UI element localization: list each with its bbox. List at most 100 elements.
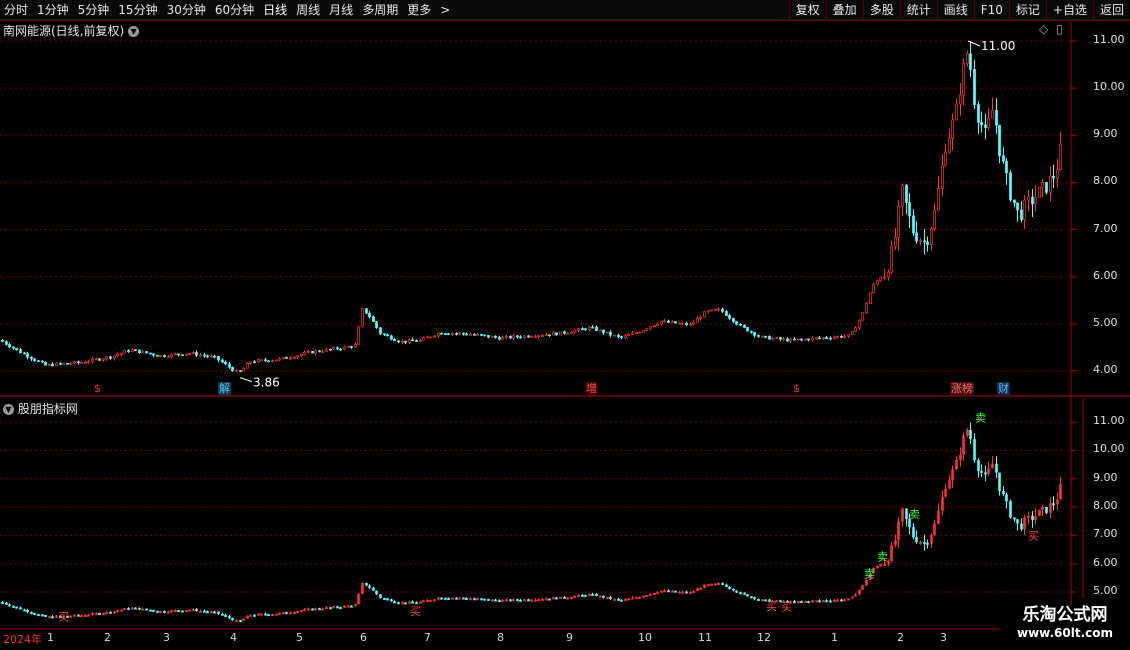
candle-body (26, 353, 29, 358)
candle-body (300, 353, 303, 356)
candle-body (498, 337, 501, 340)
toolbar-button-1[interactable]: 叠加 (825, 0, 863, 20)
tab-period-3[interactable]: 15分钟 (114, 0, 162, 20)
candle-body (444, 333, 447, 335)
candle-body (1041, 182, 1044, 188)
toolbar-button-4[interactable]: 画线 (936, 0, 974, 20)
candle-body (887, 271, 890, 278)
candle-body (822, 337, 825, 339)
candle-body (836, 335, 839, 338)
candle-body (462, 332, 465, 335)
month-tick: 10 (638, 631, 652, 644)
toolbar-button-7[interactable]: +自选 (1045, 0, 1093, 20)
candle-body (95, 358, 98, 361)
candle-body (851, 331, 854, 335)
month-tick: 6 (360, 631, 367, 644)
candle-body (102, 358, 105, 361)
candle-body (973, 69, 976, 105)
candle-body (656, 323, 659, 326)
candle-body (869, 292, 872, 305)
buy-signal: 买 (58, 610, 69, 623)
candle-body (840, 335, 843, 338)
candle-body (397, 340, 400, 343)
tab-period-6[interactable]: 日线 (259, 0, 292, 20)
candle-body (782, 338, 785, 341)
candle-body (570, 332, 573, 334)
candle-body (51, 363, 54, 367)
kline-chart[interactable]: 11.003.86买买买买卖卖卖卖买 (0, 21, 1130, 650)
candle-body (138, 349, 141, 354)
chevron-right-icon[interactable]: > (436, 0, 455, 20)
candle-body (750, 330, 753, 333)
candle-body (1031, 196, 1034, 205)
chevron-down-circle-icon[interactable]: ▼ (128, 26, 140, 37)
candle-body (991, 110, 994, 119)
candle-body (77, 361, 80, 364)
candle-body (44, 361, 47, 366)
candle-body (390, 335, 393, 340)
toolbar-button-0[interactable]: 复权 (788, 0, 826, 20)
toolbar-button-3[interactable]: 统计 (899, 0, 937, 20)
tab-period-8[interactable]: 月线 (325, 0, 358, 20)
candle-body (242, 367, 245, 372)
candle-body (771, 337, 774, 340)
candle-body (548, 334, 551, 337)
top-panel-title[interactable]: 南网能源(日线,前复权) ▼ (3, 22, 140, 39)
candle-body (534, 336, 537, 339)
month-tick: 2 (897, 631, 904, 644)
indicator-bar (134, 607, 137, 610)
toolbar-button-8[interactable]: 返回 (1092, 0, 1130, 20)
toolbar-button-5[interactable]: F10 (973, 0, 1009, 20)
bottom-y-tick: 10.00 (1093, 442, 1125, 456)
tab-period-0[interactable]: 分时 (0, 0, 33, 20)
event-marker[interactable]: $ (93, 382, 102, 395)
tab-period-7[interactable]: 周线 (292, 0, 325, 20)
event-marker[interactable]: 增 (585, 382, 598, 395)
diamond-icon[interactable]: ◇ (1039, 22, 1048, 36)
month-tick: 12 (757, 631, 771, 644)
toolbar-button-6[interactable]: 标记 (1008, 0, 1046, 20)
candle-body (458, 332, 461, 335)
tab-period-4[interactable]: 30分钟 (163, 0, 211, 20)
period-tabs: 分时 1分钟 5分钟 15分钟 30分钟 60分钟 日线 周线 月线 多周期 更多 > (0, 0, 455, 20)
event-marker[interactable]: 涨榜 (950, 382, 974, 395)
candle-body (642, 329, 645, 333)
pin-icon[interactable]: ▯ (1056, 22, 1063, 36)
tab-period-9[interactable]: 多周期 (358, 0, 403, 20)
candle-body (123, 350, 126, 354)
event-marker[interactable]: 解 (218, 382, 231, 395)
bottom-panel-title[interactable]: ▼ 股朋指标网 (3, 400, 78, 417)
candle-body (797, 338, 800, 341)
candle-body (152, 353, 155, 356)
candle-body (728, 315, 731, 319)
candle-body (465, 333, 468, 336)
candle-body (195, 352, 198, 356)
candle-body (354, 344, 357, 348)
event-marker[interactable]: $ (792, 382, 801, 395)
bottom-y-tick: 11.00 (1093, 414, 1125, 427)
candle-body (12, 346, 15, 349)
month-tick: 11 (698, 631, 712, 644)
candle-body (411, 339, 414, 342)
candle-body (336, 347, 339, 350)
candle-body (631, 332, 634, 335)
candle-body (858, 319, 861, 329)
candle-body (1038, 186, 1041, 198)
candle-body (537, 335, 540, 338)
candle-body (307, 351, 310, 353)
candle-body (941, 164, 944, 189)
tab-period-5[interactable]: 60分钟 (211, 0, 259, 20)
indicator-bar (84, 615, 87, 618)
candle-body (937, 188, 940, 211)
candle-body (365, 308, 368, 314)
tab-period-10[interactable]: 更多 (403, 0, 436, 20)
candle-body (948, 137, 951, 153)
toolbar-button-2[interactable]: 多股 (862, 0, 900, 20)
candle-body (768, 335, 771, 340)
tab-period-1[interactable]: 1分钟 (33, 0, 74, 20)
candle-body (5, 341, 8, 345)
tab-period-2[interactable]: 5分钟 (74, 0, 115, 20)
candle-body (84, 362, 87, 364)
chevron-down-circle-icon[interactable]: ▼ (3, 404, 14, 415)
event-marker[interactable]: 财 (997, 382, 1010, 395)
